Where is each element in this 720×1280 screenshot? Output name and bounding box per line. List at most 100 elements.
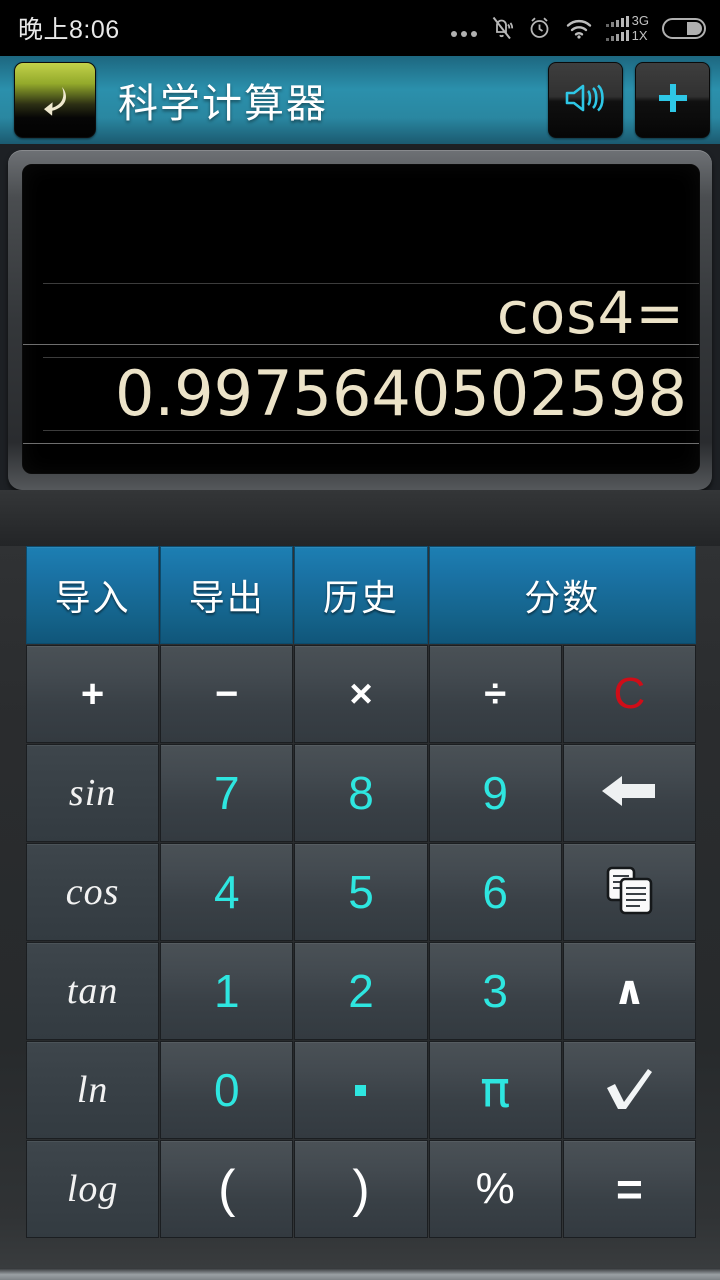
- digit-5-button-label: 5: [348, 866, 374, 918]
- digit-1-button-label: 1: [213, 965, 240, 1017]
- display-rows: cos4= 0.9975640502598: [23, 283, 699, 444]
- copy-button[interactable]: [562, 843, 696, 941]
- plus-button[interactable]: +: [26, 645, 160, 743]
- backspace-button[interactable]: [562, 744, 696, 842]
- network-type-secondary: 1X: [631, 28, 648, 43]
- display-divider-low: [43, 430, 699, 431]
- digit-1-button[interactable]: 1: [160, 942, 294, 1040]
- more-dots-icon: [450, 17, 477, 39]
- digit-9-button-label: 9: [482, 767, 508, 819]
- battery-icon: [662, 17, 706, 39]
- pi-button[interactable]: π: [428, 1041, 562, 1139]
- sound-button[interactable]: [548, 62, 623, 138]
- fraction-button-label: 分数: [524, 577, 601, 618]
- digit-4-button-label: 4: [213, 866, 240, 918]
- cos-button[interactable]: cos: [26, 843, 160, 941]
- log-button[interactable]: log: [26, 1140, 160, 1238]
- multiply-button-label: ×: [349, 672, 373, 716]
- title-bar: 科学计算器: [0, 56, 720, 144]
- sin-button[interactable]: sin: [26, 744, 160, 842]
- minus-button-label: −: [215, 672, 239, 716]
- digit-0-button[interactable]: 0: [160, 1041, 294, 1139]
- display-result: 0.9975640502598: [115, 357, 687, 430]
- title-bar-actions: [548, 62, 710, 138]
- digit-8-button[interactable]: 8: [294, 744, 428, 842]
- sqrt-button[interactable]: [562, 1041, 696, 1139]
- divide-button[interactable]: ÷: [428, 645, 562, 743]
- sin-button-label: sin: [68, 772, 117, 814]
- history-button-label: 历史: [322, 577, 399, 618]
- decimal-point-glyph: [355, 1084, 367, 1096]
- ln-button-label: ln: [76, 1069, 109, 1111]
- multiply-button[interactable]: ×: [294, 645, 428, 743]
- signal-bars-icon: 3G 1X: [605, 13, 649, 43]
- right-paren-button[interactable]: ): [294, 1140, 428, 1238]
- bottom-edge-strip: [0, 1268, 720, 1280]
- status-bar-clock: 晚上8:06: [18, 16, 120, 44]
- percent-button-label: %: [475, 1164, 515, 1213]
- digit-6-button[interactable]: 6: [428, 843, 562, 941]
- backspace-arrow-icon: [600, 769, 658, 818]
- clear-button-label: C: [613, 669, 646, 718]
- minus-button[interactable]: −: [160, 645, 294, 743]
- page-title: 科学计算器: [118, 82, 328, 126]
- equals-button[interactable]: =: [562, 1140, 696, 1238]
- status-bar-icons: 3G 1X: [450, 13, 706, 43]
- import-button[interactable]: 导入: [26, 546, 160, 644]
- digit-5-button[interactable]: 5: [294, 843, 428, 941]
- digit-7-button[interactable]: 7: [160, 744, 294, 842]
- power-button[interactable]: ∧: [562, 942, 696, 1040]
- digit-3-button[interactable]: 3: [428, 942, 562, 1040]
- digit-6-button-label: 6: [482, 866, 508, 918]
- display-expression: cos4=: [496, 279, 685, 347]
- export-button-label: 导出: [188, 577, 265, 618]
- add-button[interactable]: [635, 62, 710, 138]
- digit-2-button-label: 2: [348, 965, 374, 1017]
- digit-8-button-label: 8: [348, 767, 374, 819]
- tan-button[interactable]: tan: [26, 942, 160, 1040]
- network-type-primary: 3G: [631, 13, 649, 28]
- ln-button[interactable]: ln: [26, 1041, 160, 1139]
- speaker-icon: [563, 78, 609, 123]
- status-bar: 晚上8:06 3G 1X: [0, 0, 720, 56]
- digit-3-button-label: 3: [482, 965, 508, 1017]
- fraction-button[interactable]: 分数: [428, 546, 696, 644]
- left-paren-button-label: (: [218, 1160, 236, 1218]
- plus-button-label: +: [80, 672, 105, 716]
- display-divider-mid2: [43, 357, 699, 358]
- display-divider-mid: [23, 344, 699, 345]
- left-paren-button[interactable]: (: [160, 1140, 294, 1238]
- cos-button-label: cos: [65, 871, 120, 913]
- history-button[interactable]: 历史: [294, 546, 428, 644]
- digit-7-button-label: 7: [213, 767, 240, 819]
- display-divider-bottom: [23, 443, 699, 444]
- checkmark-icon: [602, 1064, 656, 1117]
- alarm-clock-icon: [527, 15, 552, 41]
- back-arrow-icon: [35, 78, 75, 123]
- wifi-icon: [565, 17, 593, 39]
- display-bezel: cos4= 0.9975640502598: [8, 150, 712, 490]
- import-button-label: 导入: [54, 577, 131, 618]
- export-button[interactable]: 导出: [160, 546, 294, 644]
- right-paren-button-label: ): [352, 1160, 370, 1218]
- power-button-label: ∧: [613, 969, 646, 1013]
- keypad: 导入 导出 历史 分数 + − × ÷ Csin 7 8 9 cos 4 5 6 tan 1 2 3 ∧ ln 0 π log (…: [26, 546, 696, 1238]
- calculator-app-screen: 晚上8:06 3G 1X 科学计算器 cos4= 0.9975640502598…: [0, 0, 720, 1280]
- clear-button[interactable]: C: [562, 645, 696, 743]
- digit-2-button[interactable]: 2: [294, 942, 428, 1040]
- digit-0-button-label: 0: [213, 1064, 240, 1116]
- log-button-label: log: [66, 1168, 119, 1210]
- digit-4-button[interactable]: 4: [160, 843, 294, 941]
- display-expression-row: cos4=: [23, 284, 699, 344]
- divide-button-label: ÷: [484, 672, 507, 716]
- calculator-display[interactable]: cos4= 0.9975640502598: [22, 164, 700, 474]
- display-result-row: 0.9975640502598: [23, 358, 699, 430]
- display-gap-2: [23, 431, 699, 443]
- back-button[interactable]: [14, 62, 96, 138]
- pi-button-label: π: [480, 1061, 511, 1119]
- digit-9-button[interactable]: 9: [428, 744, 562, 842]
- decimal-point-button[interactable]: [294, 1041, 428, 1139]
- copy-icon: [602, 864, 656, 921]
- tan-button-label: tan: [66, 970, 119, 1012]
- percent-button[interactable]: %: [428, 1140, 562, 1238]
